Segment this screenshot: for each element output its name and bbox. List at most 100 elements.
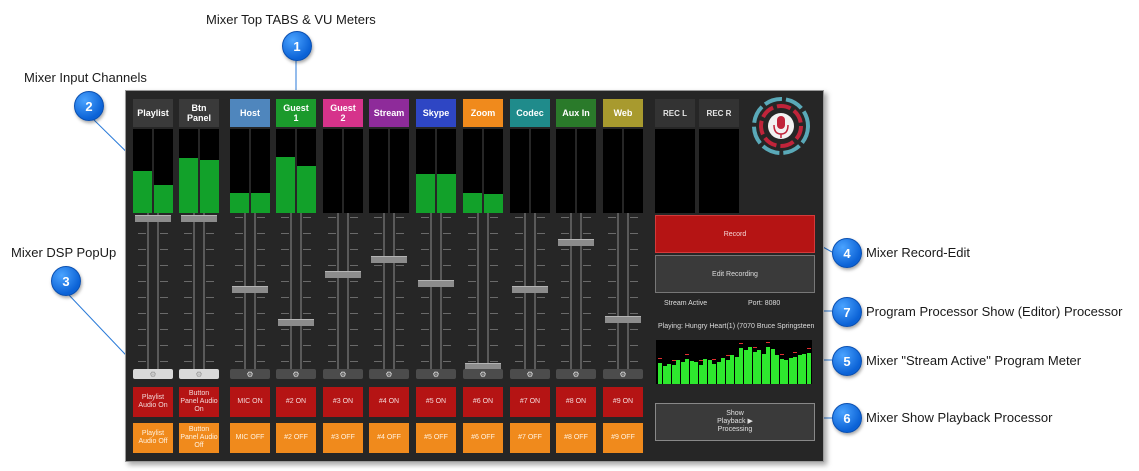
channel-off-button-web[interactable]: #9 OFF	[603, 423, 643, 453]
fader-knob[interactable]	[605, 316, 641, 323]
channel-off-button-aux-in[interactable]: #8 OFF	[556, 423, 596, 453]
fader-knob[interactable]	[135, 215, 171, 222]
record-button[interactable]: Record	[655, 215, 815, 253]
mixer-panel: REC L REC R Record Edit Recording Stream…	[125, 90, 824, 462]
channel-on-button-btn-panel[interactable]: Button Panel Audio On	[179, 387, 219, 417]
fader-playlist[interactable]	[133, 213, 173, 369]
channel-off-button-guest-1[interactable]: #2 OFF	[276, 423, 316, 453]
fader-track	[184, 213, 214, 369]
dsp-settings-gear-icon[interactable]: ⚙	[416, 369, 456, 379]
channel-off-button-codec[interactable]: #7 OFF	[510, 423, 550, 453]
program-meter-bar	[739, 348, 743, 384]
fader-knob[interactable]	[232, 286, 268, 293]
dsp-settings-gear-icon[interactable]: ⚙	[369, 369, 409, 379]
fader-web[interactable]	[603, 213, 643, 369]
fader-tick	[490, 297, 498, 298]
fader-knob[interactable]	[325, 271, 361, 278]
fader-tick	[206, 265, 214, 266]
tab-skype[interactable]: Skype	[416, 99, 456, 127]
tab-codec[interactable]: Codec	[510, 99, 550, 127]
channel-on-button-guest-1[interactable]: #2 ON	[276, 387, 316, 417]
channel-on-button-aux-in[interactable]: #8 ON	[556, 387, 596, 417]
tab-web[interactable]: Web	[603, 99, 643, 127]
fader-stream[interactable]	[369, 213, 409, 369]
channel-off-button-playlist[interactable]: Playlist Audio Off	[133, 423, 173, 453]
channel-off-button-host[interactable]: MIC OFF	[230, 423, 270, 453]
fader-tick	[328, 313, 336, 314]
tab-rec-l[interactable]: REC L	[655, 99, 695, 127]
program-meter-bar	[667, 364, 671, 384]
fader-knob[interactable]	[278, 319, 314, 326]
callout-badge-3: 3	[51, 266, 81, 296]
channel-on-button-host[interactable]: MIC ON	[230, 387, 270, 417]
show-playback-processing-button[interactable]: Show Playback ▶ Processing	[655, 403, 815, 441]
dsp-settings-gear-icon[interactable]: ⚙	[463, 369, 503, 379]
channel-on-button-zoom[interactable]: #6 ON	[463, 387, 503, 417]
fader-knob[interactable]	[558, 239, 594, 246]
channel-off-button-skype[interactable]: #5 OFF	[416, 423, 456, 453]
channel-on-button-web[interactable]: #9 ON	[603, 387, 643, 417]
channel-off-button-zoom[interactable]: #6 OFF	[463, 423, 503, 453]
fader-tick	[421, 313, 429, 314]
tab-zoom[interactable]: Zoom	[463, 99, 503, 127]
fader-knob[interactable]	[418, 280, 454, 287]
program-meter-peak	[739, 343, 743, 344]
tab-guest-1[interactable]: Guest 1	[276, 99, 316, 127]
channel-on-button-stream[interactable]: #4 ON	[369, 387, 409, 417]
fader-tick	[583, 281, 591, 282]
fader-rail	[440, 213, 442, 369]
dsp-settings-gear-icon[interactable]: ⚙	[556, 369, 596, 379]
fader-host[interactable]	[230, 213, 270, 369]
fader-tick	[235, 361, 243, 362]
program-meter-bar	[806, 353, 811, 384]
dsp-settings-gear-icon[interactable]: ⚙	[323, 369, 363, 379]
fader-tick	[608, 265, 616, 266]
fader-tick	[138, 361, 146, 362]
channel-on-button-playlist[interactable]: Playlist Audio On	[133, 387, 173, 417]
tab-stream[interactable]: Stream	[369, 99, 409, 127]
fader-guest-1[interactable]	[276, 213, 316, 369]
fader-btn-panel[interactable]	[179, 213, 219, 369]
channel-on-button-skype[interactable]: #5 ON	[416, 387, 456, 417]
dsp-settings-gear-icon[interactable]: ⚙	[230, 369, 270, 379]
fader-tick	[184, 233, 192, 234]
vu-meter-right-level	[251, 193, 270, 213]
vu-meter-left-level	[230, 193, 249, 213]
tab-aux-in[interactable]: Aux In	[556, 99, 596, 127]
fader-tick	[350, 281, 358, 282]
fader-tick	[515, 233, 523, 234]
dsp-settings-gear-icon[interactable]: ⚙	[133, 369, 173, 379]
tab-rec-r[interactable]: REC R	[699, 99, 739, 127]
dsp-settings-gear-icon[interactable]: ⚙	[510, 369, 550, 379]
fader-tick	[443, 217, 451, 218]
fader-codec[interactable]	[510, 213, 550, 369]
program-meter-bar	[761, 354, 766, 384]
tab-btn-panel[interactable]: Btn Panel	[179, 99, 219, 127]
channel-on-button-guest-2[interactable]: #3 ON	[323, 387, 363, 417]
fader-zoom[interactable]	[463, 213, 503, 370]
fader-tick	[303, 217, 311, 218]
vu-meter-zoom	[463, 129, 503, 213]
tab-playlist[interactable]: Playlist	[133, 99, 173, 127]
tab-host[interactable]: Host	[230, 99, 270, 127]
edit-recording-button[interactable]: Edit Recording	[655, 255, 815, 293]
dsp-settings-gear-icon[interactable]: ⚙	[603, 369, 643, 379]
fader-track	[608, 213, 638, 369]
fader-knob[interactable]	[181, 215, 217, 222]
fader-guest-2[interactable]	[323, 213, 363, 369]
fader-knob[interactable]	[371, 256, 407, 263]
channel-on-button-codec[interactable]: #7 ON	[510, 387, 550, 417]
channel-off-button-stream[interactable]: #4 OFF	[369, 423, 409, 453]
fader-tick	[515, 281, 523, 282]
tab-guest-2[interactable]: Guest 2	[323, 99, 363, 127]
channel-off-button-btn-panel[interactable]: Button Panel Audio Off	[179, 423, 219, 453]
channel-off-button-guest-2[interactable]: #3 OFF	[323, 423, 363, 453]
fader-tick	[396, 345, 404, 346]
program-meter-bar	[752, 352, 757, 384]
fader-tick	[160, 329, 168, 330]
fader-skype[interactable]	[416, 213, 456, 369]
dsp-settings-gear-icon[interactable]: ⚙	[179, 369, 219, 379]
dsp-settings-gear-icon[interactable]: ⚙	[276, 369, 316, 379]
fader-knob[interactable]	[512, 286, 548, 293]
fader-aux-in[interactable]	[556, 213, 596, 369]
